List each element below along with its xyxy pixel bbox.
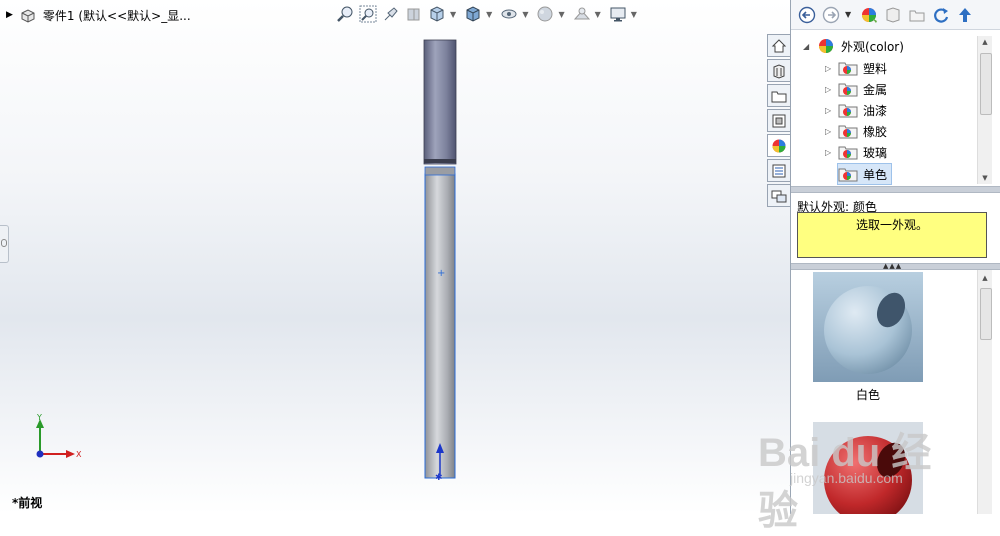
tree-item-rubber[interactable]: ▷ 橡胶 <box>825 121 887 141</box>
refresh-icon[interactable] <box>931 5 951 25</box>
collapse-arrow-icon[interactable]: ◢ <box>803 42 811 51</box>
history-dropdown-icon[interactable]: ▼ <box>845 10 851 19</box>
edit-appearance-dropdown-icon[interactable]: ▼ <box>558 10 564 19</box>
appearance-folder-icon <box>838 125 858 139</box>
custom-properties-tab-icon[interactable] <box>767 159 791 182</box>
feature-tree-header[interactable]: ▶ 零件1 (默认<<默认>_显... <box>6 4 191 26</box>
appearance-folder-icon <box>838 168 858 182</box>
expand-arrow-icon[interactable]: ▷ <box>825 148 833 157</box>
origin-star-icon: ✱ <box>435 473 443 483</box>
edit-appearance-icon[interactable] <box>535 4 555 24</box>
file-explorer-tab-icon[interactable] <box>767 84 791 107</box>
tree-item-label: 塑料 <box>863 61 888 76</box>
tree-item-label: 单色 <box>863 167 888 182</box>
appearance-folder-icon <box>838 146 858 160</box>
view-settings-dropdown-icon[interactable]: ▼ <box>631 10 637 19</box>
tree-root-label: 外观(color) <box>841 39 904 54</box>
reference-triad: Y X <box>36 413 82 459</box>
appearances-tab-icon[interactable] <box>767 134 791 157</box>
view-settings-icon[interactable] <box>608 4 628 24</box>
task-pane-tabs <box>767 34 791 209</box>
watermark-sub: jingyan.baidu.com <box>790 470 903 486</box>
tree-scrollbar[interactable]: ▲ ▼ <box>977 36 992 184</box>
expand-arrow-icon[interactable]: ▷ <box>825 85 833 94</box>
appearance-hint-box: 选取一外观。 <box>797 212 987 258</box>
tree-root[interactable]: ◢ 外观(color) <box>803 36 904 56</box>
tree-item-metal[interactable]: ▷ 金属 <box>825 79 887 99</box>
heads-up-view-toolbar: ▼ ▼ ▼ ▼ ▼ ▼ <box>335 2 641 26</box>
home-tab-icon[interactable] <box>767 34 791 57</box>
scroll-thumb[interactable] <box>980 288 992 340</box>
view-orientation-dropdown-icon[interactable]: ▼ <box>450 10 456 19</box>
view-palette-tab-icon[interactable] <box>767 109 791 132</box>
hide-show-icon[interactable] <box>499 4 519 24</box>
expand-arrow-icon[interactable]: ▷ <box>825 106 833 115</box>
forward-icon[interactable] <box>821 5 841 25</box>
swatch-white[interactable] <box>813 272 923 382</box>
new-folder-icon[interactable] <box>907 5 927 25</box>
document-title: 零件1 (默认<<默认>_显... <box>42 8 191 23</box>
expand-arrow-icon[interactable]: ▷ <box>825 64 833 73</box>
triad-y-label: Y <box>36 413 42 422</box>
appearance-folder-icon <box>838 83 858 97</box>
triad-x-label: X <box>76 450 82 459</box>
appearance-icon[interactable] <box>859 5 879 25</box>
up-icon[interactable] <box>955 5 975 25</box>
zoom-to-fit-icon[interactable] <box>335 4 355 24</box>
task-pane-toolbar: ▼ <box>791 0 1000 30</box>
part-icon <box>21 9 35 23</box>
scroll-down-icon[interactable]: ▼ <box>978 172 992 184</box>
expand-arrow-icon[interactable]: ▶ <box>6 10 13 20</box>
tree-item-solid-color[interactable]: 单色 <box>837 163 893 185</box>
appearance-tree: ◢ 外观(color) ▷ 塑料 ▷ 金属 ▷ 油漆 ▷ 橡胶 ▷ 玻璃 单色 <box>791 34 977 185</box>
pen-cap-ring <box>424 159 456 163</box>
previous-view-icon[interactable] <box>381 4 401 24</box>
scroll-thumb[interactable] <box>980 53 992 115</box>
tree-item-label: 玻璃 <box>863 145 888 160</box>
tree-item-glass[interactable]: ▷ 玻璃 <box>825 142 887 162</box>
apply-scene-icon[interactable] <box>572 4 592 24</box>
feature-tree-collapse-handle[interactable] <box>0 225 9 263</box>
splitter-grip-icon[interactable]: ▲▲▲ <box>883 263 902 270</box>
graphics-area[interactable]: ▶ 零件1 (默认<<默认>_显... ▼ ▼ ▼ ▼ ▼ ▼ + ✱ Y X … <box>0 0 790 514</box>
pen-body[interactable] <box>424 173 456 479</box>
view-orientation-icon[interactable] <box>427 4 447 24</box>
scroll-up-icon[interactable]: ▲ <box>978 272 992 284</box>
add-folder-icon[interactable] <box>883 5 903 25</box>
pen-cap[interactable] <box>423 39 457 165</box>
back-icon[interactable] <box>797 5 817 25</box>
tree-item-label: 橡胶 <box>863 124 888 139</box>
pen-model[interactable]: + ✱ <box>415 35 465 485</box>
display-style-icon[interactable] <box>463 4 483 24</box>
pane-splitter[interactable] <box>791 186 1000 193</box>
tree-item-label: 金属 <box>863 82 888 97</box>
watermark: Bai du 经验 jingyan.baidu.com <box>758 420 958 533</box>
design-library-tab-icon[interactable] <box>767 59 791 82</box>
display-style-dropdown-icon[interactable]: ▼ <box>486 10 492 19</box>
pen-body-top-edge <box>424 166 456 176</box>
apply-scene-dropdown-icon[interactable]: ▼ <box>595 10 601 19</box>
expand-arrow-icon[interactable]: ▷ <box>825 127 833 136</box>
origin-marker-icon: + <box>437 268 445 279</box>
forum-tab-icon[interactable] <box>767 184 791 207</box>
scroll-up-icon[interactable]: ▲ <box>978 36 992 48</box>
swatch-scrollbar[interactable]: ▲ <box>977 270 992 514</box>
appearance-ball-icon <box>819 39 833 53</box>
tree-item-label: 油漆 <box>863 103 888 118</box>
section-view-icon[interactable] <box>404 4 424 24</box>
swatch-label: 白色 <box>855 388 880 402</box>
tree-item-paint[interactable]: ▷ 油漆 <box>825 100 887 120</box>
hide-show-dropdown-icon[interactable]: ▼ <box>522 10 528 19</box>
tree-item-plastic[interactable]: ▷ 塑料 <box>825 58 887 78</box>
zoom-to-area-icon[interactable] <box>358 4 378 24</box>
appearance-folder-icon <box>838 104 858 118</box>
view-orientation-label: *前视 <box>12 496 43 510</box>
appearance-folder-icon <box>838 62 858 76</box>
